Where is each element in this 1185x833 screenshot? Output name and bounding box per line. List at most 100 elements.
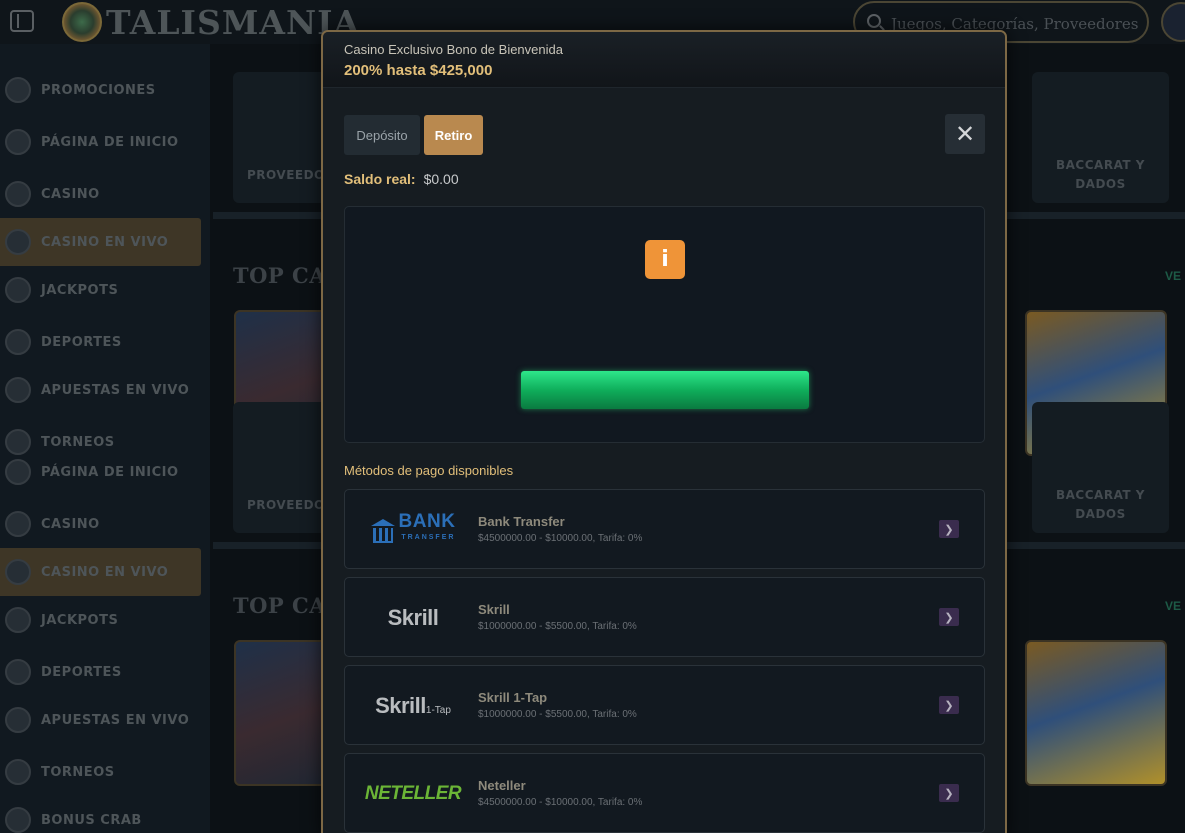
sidebar-item-label: DEPORTES	[41, 664, 122, 680]
account-avatar[interactable]	[1161, 2, 1185, 42]
category-card-baccarat[interactable]: BACCARAT Y DADOS	[1032, 72, 1169, 203]
bank-icon	[370, 519, 395, 543]
modal-header: Casino Exclusivo Bono de Bienvenida 200%…	[323, 32, 1005, 88]
payment-method-skrill[interactable]: Skrill Skrill $1000000.00 - $5500.00, Ta…	[344, 577, 985, 657]
method-details: $1000000.00 - $5500.00, Tarifa: 0%	[478, 709, 637, 720]
payment-methods-title: Métodos de pago disponibles	[344, 463, 514, 478]
payment-method-skrill-1tap[interactable]: Skrill1-Tap Skrill 1-Tap $1000000.00 - $…	[344, 665, 985, 745]
chevron-right-icon[interactable]: ❯	[939, 608, 959, 626]
category-label-line: BACCARAT Y	[1056, 488, 1145, 502]
category-card-baccarat[interactable]: BACCARAT Y DADOS	[1032, 402, 1169, 533]
search-icon	[867, 14, 881, 28]
category-label: BACCARAT Y DADOS	[1032, 486, 1169, 524]
sidebar-item-label: PÁGINA DE INICIO	[41, 464, 179, 480]
game-card-cash-collect[interactable]	[1025, 640, 1167, 786]
balance-row: Saldo real: $0.00	[344, 171, 459, 187]
modal-title: Casino Exclusivo Bono de Bienvenida	[344, 42, 563, 57]
sidebar-item-label: APUESTAS EN VIVO	[41, 712, 190, 728]
sidebar-item-casino-en-vivo[interactable]: CASINO EN VIVO	[0, 218, 201, 266]
soccer-ball-icon	[5, 329, 31, 355]
action-button[interactable]	[521, 371, 809, 409]
method-name: Skrill 1-Tap	[478, 690, 548, 705]
crab-icon	[5, 807, 31, 833]
skrill-logo: Skrill	[363, 598, 463, 638]
see-more-link[interactable]: VE	[1165, 599, 1181, 613]
method-details: $4500000.00 - $10000.00, Tarifa: 0%	[478, 533, 643, 544]
neteller-logo: NETELLER	[363, 774, 463, 814]
sidebar-item-label: JACKPOTS	[41, 282, 119, 298]
section-title: TOP CA	[233, 593, 327, 618]
payment-method-neteller[interactable]: NETELLER Neteller $4500000.00 - $10000.0…	[344, 753, 985, 833]
logo-subtext: TRANSFER	[401, 534, 456, 541]
sidebar-item-label: CASINO EN VIVO	[41, 234, 169, 250]
sidebar-item-label: CASINO EN VIVO	[41, 564, 169, 580]
spade-icon	[5, 559, 31, 585]
skrill-1tap-logo: Skrill1-Tap	[363, 686, 463, 726]
trophy-icon	[5, 759, 31, 785]
see-more-link[interactable]: VE	[1165, 269, 1181, 283]
chevron-right-icon[interactable]: ❯	[939, 784, 959, 802]
logo-subtext: 1-Tap	[425, 705, 451, 716]
modal-bonus-subtitle: 200% hasta $425,000	[344, 62, 493, 79]
sidebar-item-label: BONUS CRAB	[41, 812, 142, 828]
bank-logo-wordmark: BANK TRANSFER	[399, 512, 456, 546]
clover-icon	[5, 607, 31, 633]
sidebar-item-label: JACKPOTS	[41, 612, 119, 628]
play-icon	[5, 707, 31, 733]
sidebar-item-label: DEPORTES	[41, 334, 122, 350]
menu-toggle-icon[interactable]	[10, 10, 34, 32]
play-icon	[5, 377, 31, 403]
skrill-wordmark: Skrill1-Tap	[375, 693, 451, 719]
info-panel: i	[344, 206, 985, 443]
spade-icon	[5, 229, 31, 255]
balance-label: Saldo real:	[344, 171, 416, 187]
close-icon[interactable]: ✕	[945, 114, 985, 154]
logo-text: Skrill	[387, 605, 439, 630]
method-name: Neteller	[478, 778, 526, 793]
balance-value: $0.00	[423, 171, 459, 187]
chevron-right-icon[interactable]: ❯	[939, 696, 959, 714]
tab-deposito[interactable]: Depósito	[344, 115, 420, 155]
sidebar-item-casino[interactable]: CASINO	[0, 500, 201, 548]
sidebar-item-jackpots[interactable]: JACKPOTS	[0, 266, 201, 314]
sidebar: PROMOCIONES PÁGINA DE INICIO CASINO CASI…	[0, 44, 210, 833]
sidebar-item-jackpots[interactable]: JACKPOTS	[0, 596, 201, 644]
clover-icon	[5, 277, 31, 303]
chevron-right-icon[interactable]: ❯	[939, 520, 959, 538]
home-icon	[5, 459, 31, 485]
logo-text: Skrill	[375, 693, 426, 718]
sidebar-item-torneos[interactable]: TORNEOS	[0, 748, 201, 796]
sidebar-item-label: PROMOCIONES	[41, 82, 156, 98]
chip-icon	[5, 181, 31, 207]
method-details: $4500000.00 - $10000.00, Tarifa: 0%	[478, 797, 643, 808]
sidebar-item-bonus-crab[interactable]: BONUS CRAB	[0, 796, 201, 833]
soccer-ball-icon	[5, 659, 31, 685]
home-icon	[5, 129, 31, 155]
sidebar-item-inicio[interactable]: PÁGINA DE INICIO	[0, 118, 201, 166]
sidebar-item-label: CASINO	[41, 186, 100, 202]
chip-icon	[5, 511, 31, 537]
category-label-line: DADOS	[1075, 177, 1126, 191]
section-title: TOP CA	[233, 263, 327, 288]
sidebar-item-apuestas-en-vivo[interactable]: APUESTAS EN VIVO	[0, 696, 201, 744]
tab-retiro[interactable]: Retiro	[424, 115, 483, 155]
logo-text: NETELLER	[364, 783, 462, 804]
payment-method-bank-transfer[interactable]: BANK TRANSFER Bank Transfer $4500000.00 -…	[344, 489, 985, 569]
sidebar-item-promociones[interactable]: PROMOCIONES	[0, 66, 201, 114]
info-icon: i	[645, 240, 685, 279]
bank-transfer-logo: BANK TRANSFER	[363, 510, 463, 550]
method-name: Skrill	[478, 602, 510, 617]
method-details: $1000000.00 - $5500.00, Tarifa: 0%	[478, 621, 637, 632]
category-label-line: DADOS	[1075, 507, 1126, 521]
sidebar-item-inicio[interactable]: PÁGINA DE INICIO	[0, 448, 201, 496]
category-label-line: BACCARAT Y	[1056, 158, 1145, 172]
sidebar-item-deportes[interactable]: DEPORTES	[0, 318, 201, 366]
sidebar-item-deportes[interactable]: DEPORTES	[0, 648, 201, 696]
sidebar-item-casino[interactable]: CASINO	[0, 170, 201, 218]
sidebar-item-label: CASINO	[41, 516, 100, 532]
sidebar-item-apuestas-en-vivo[interactable]: APUESTAS EN VIVO	[0, 366, 201, 414]
sidebar-item-label: APUESTAS EN VIVO	[41, 382, 190, 398]
category-label: BACCARAT Y DADOS	[1032, 156, 1169, 194]
brand-logo-emblem[interactable]	[62, 2, 102, 42]
sidebar-item-casino-en-vivo[interactable]: CASINO EN VIVO	[0, 548, 201, 596]
